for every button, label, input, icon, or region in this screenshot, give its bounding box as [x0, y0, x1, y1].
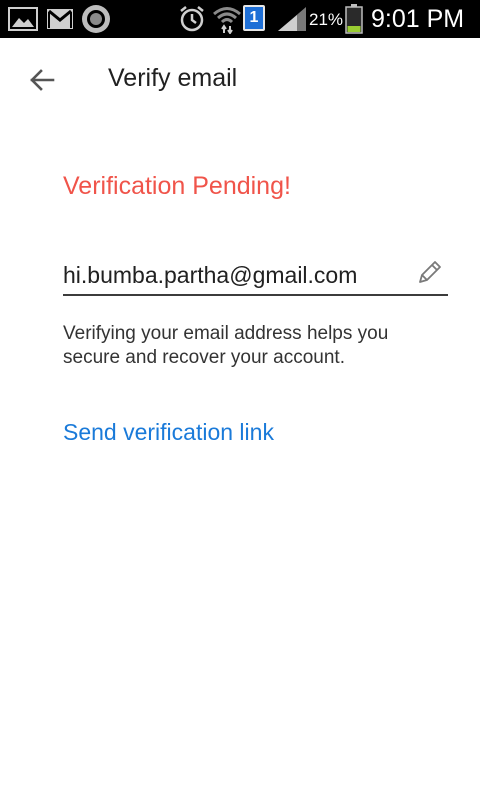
notification-badge-icon: 1 — [243, 5, 265, 31]
email-row: hi.bumba.partha@gmail.com — [63, 254, 448, 296]
send-verification-link[interactable]: Send verification link — [63, 419, 274, 446]
battery-percent: 21% — [309, 10, 344, 29]
status-time: 9:01 PM — [371, 5, 465, 33]
wifi-icon — [212, 4, 242, 39]
record-icon — [81, 4, 111, 39]
alarm-icon — [178, 5, 206, 38]
description-text: Verifying your email address helps you s… — [63, 323, 389, 368]
notification-badge-count: 1 — [249, 9, 259, 26]
gmail-icon — [46, 8, 74, 35]
pencil-icon — [417, 259, 443, 290]
battery-icon — [345, 4, 363, 39]
signal-icon — [277, 6, 307, 37]
status-bar: 1 21% 9:01 PM — [0, 0, 480, 38]
gallery-icon — [8, 7, 38, 36]
edit-email-button[interactable] — [414, 258, 446, 290]
email-field[interactable]: hi.bumba.partha@gmail.com — [63, 262, 357, 289]
app-bar: Verify email — [0, 38, 480, 122]
back-button[interactable] — [18, 58, 66, 106]
page-title: Verify email — [108, 64, 238, 92]
verify-email-screen: 1 21% 9:01 PM Verify email Verification … — [0, 0, 480, 800]
arrow-back-icon — [29, 68, 55, 97]
verification-status-title: Verification Pending! — [63, 172, 291, 200]
